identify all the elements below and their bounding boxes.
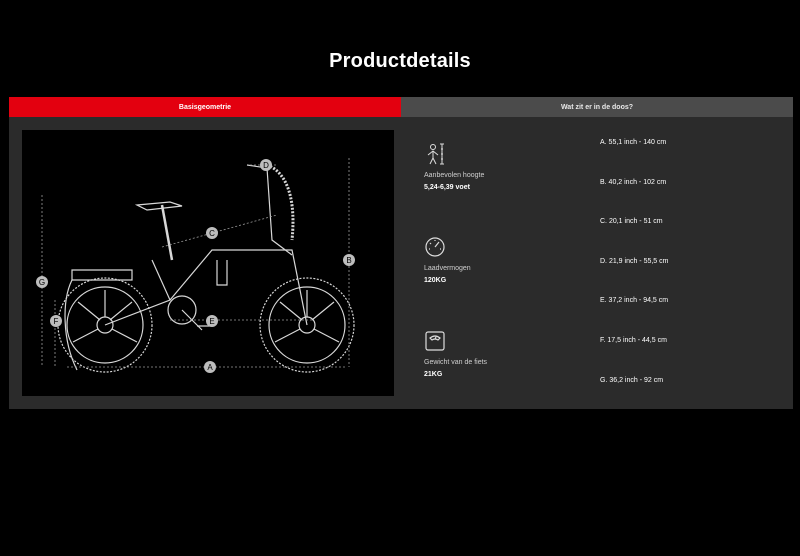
dimension-e: E. 37,2 inch - 94,5 cm bbox=[600, 297, 669, 304]
person-height-icon bbox=[427, 143, 444, 165]
marker-c: C bbox=[209, 229, 215, 238]
spec-recommended-height: Aanbevolen hoogte 5,24-6,39 voet bbox=[424, 143, 554, 191]
dimension-a: A. 55,1 inch - 140 cm bbox=[600, 139, 667, 146]
spec-load-capacity: Laadvermogen 120KG bbox=[424, 236, 554, 284]
dimension-c: C. 20,1 inch - 51 cm bbox=[600, 218, 663, 225]
bike-frame bbox=[64, 163, 308, 371]
tab-bar: Basisgeometrie Wat zit er in de doos? bbox=[9, 97, 793, 117]
marker-a: A bbox=[207, 363, 213, 372]
marker-g: G bbox=[39, 278, 45, 287]
dimension-b: B. 40,2 inch - 102 cm bbox=[600, 179, 667, 186]
dimension-d: D. 21,9 inch - 55,5 cm bbox=[600, 258, 669, 265]
dimension-lines bbox=[41, 158, 350, 368]
marker-b: B bbox=[346, 256, 351, 265]
dimension-g: G. 36,2 inch - 92 cm bbox=[600, 377, 664, 384]
spec-value: 5,24-6,39 voet bbox=[424, 184, 470, 191]
bike-geometry-diagram: A B C D E F G bbox=[22, 130, 394, 396]
details-panel: A B C D E F G Aanbevolen hoogte 5,24-6,3… bbox=[9, 117, 793, 409]
spec-label: Gewicht van de fiets bbox=[424, 359, 488, 366]
marker-d: D bbox=[263, 161, 269, 170]
page-title: Productdetails bbox=[329, 50, 471, 72]
spec-bike-weight: Gewicht van de fiets 21KG bbox=[424, 330, 554, 378]
speedometer-icon bbox=[425, 237, 445, 257]
scale-icon bbox=[425, 331, 445, 351]
spec-label: Laadvermogen bbox=[424, 265, 471, 272]
spec-value: 120KG bbox=[424, 277, 447, 284]
tab-basisgeometrie[interactable]: Basisgeometrie bbox=[9, 97, 401, 117]
dimension-markers: A B C D E F G bbox=[36, 159, 355, 373]
dimension-f: F. 17,5 inch - 44,5 cm bbox=[600, 337, 667, 344]
marker-f: F bbox=[54, 317, 59, 326]
spec-label: Aanbevolen hoogte bbox=[424, 172, 485, 179]
spec-value: 21KG bbox=[424, 371, 443, 378]
marker-e: E bbox=[209, 317, 214, 326]
tab-wat-zit-er-in-de-doos[interactable]: Wat zit er in de doos? bbox=[401, 97, 793, 117]
